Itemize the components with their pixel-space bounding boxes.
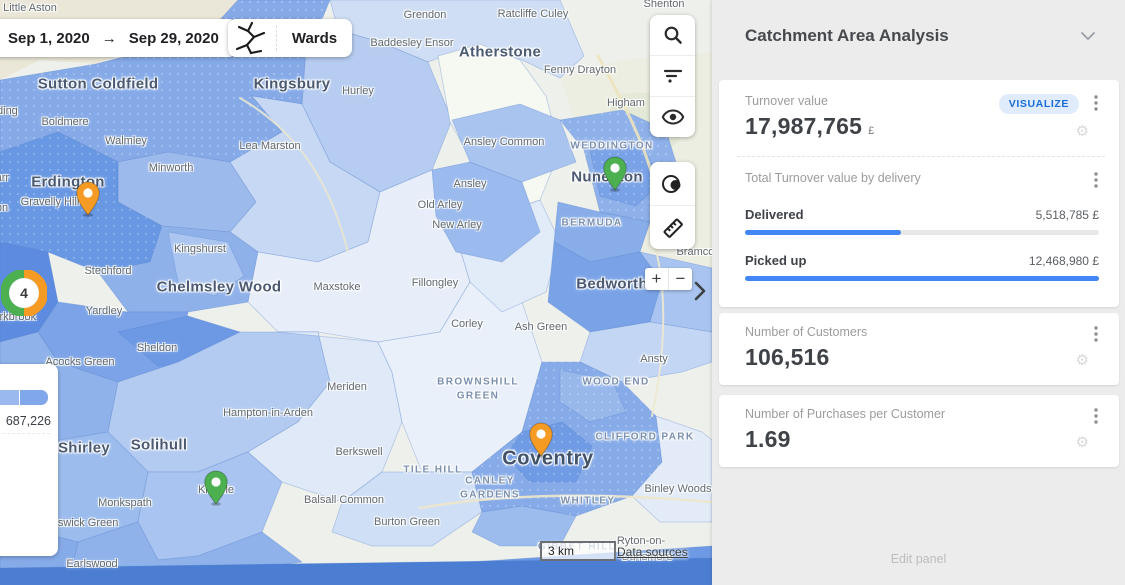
zoom-in-button[interactable]: + bbox=[645, 268, 668, 290]
turnover-card: Turnover value 17,987,765£ VISUALIZE ⚙ T… bbox=[719, 80, 1119, 307]
contrast-icon bbox=[661, 172, 685, 196]
map-tiles bbox=[0, 0, 712, 585]
progress-fill bbox=[745, 230, 901, 235]
divider bbox=[0, 433, 50, 434]
filter-button[interactable] bbox=[650, 55, 695, 96]
edit-panel-button[interactable]: Edit panel bbox=[712, 552, 1125, 566]
gear-icon[interactable]: ⚙ bbox=[1076, 433, 1089, 451]
progress-track bbox=[745, 276, 1099, 281]
filter-icon bbox=[661, 64, 685, 88]
delivery-row-delivered: Delivered 5,518,785 £ bbox=[745, 207, 1105, 235]
marker-cluster[interactable]: 4 bbox=[1, 270, 47, 316]
cluster-count: 4 bbox=[1, 270, 47, 316]
scale-label: 3 km bbox=[548, 544, 574, 558]
panel-header: Catchment Area Analysis bbox=[712, 0, 1125, 72]
kebab-icon bbox=[1094, 95, 1098, 111]
row-label: Picked up bbox=[745, 253, 1029, 268]
purchases-card: Number of Purchases per Customer 1.69 ⚙ bbox=[719, 395, 1119, 467]
more-options-button[interactable] bbox=[1087, 325, 1105, 343]
visualize-button[interactable]: VISUALIZE bbox=[999, 94, 1079, 114]
ward-boundaries-icon bbox=[228, 20, 276, 56]
chevron-down-icon bbox=[1081, 32, 1095, 41]
chevron-right-icon bbox=[693, 280, 707, 302]
legend-segment bbox=[0, 390, 20, 405]
map-scale-bar: 3 km bbox=[540, 541, 616, 561]
legend-max-value: 687,226 bbox=[6, 414, 51, 428]
currency-symbol: £ bbox=[868, 125, 874, 137]
kebab-icon bbox=[1094, 326, 1098, 342]
date-start: Sep 1, 2020 bbox=[8, 30, 90, 47]
gear-icon[interactable]: ⚙ bbox=[1076, 351, 1089, 369]
green-map-pin[interactable] bbox=[203, 470, 229, 506]
delivery-label: Total Turnover value by delivery bbox=[745, 171, 1079, 185]
catchment-dashboard: Little AstonShentonGrendonRatcliffe Cule… bbox=[0, 0, 1125, 585]
gear-icon[interactable]: ⚙ bbox=[1076, 122, 1089, 140]
row-value: 5,518,785 £ bbox=[1036, 208, 1099, 222]
more-options-button[interactable] bbox=[1087, 94, 1105, 112]
green-map-pin[interactable] bbox=[602, 156, 628, 192]
row-label: Delivered bbox=[745, 207, 1036, 222]
progress-fill bbox=[745, 276, 1099, 281]
analysis-panel: Catchment Area Analysis Turnover value 1… bbox=[712, 0, 1125, 585]
layer-label: Wards bbox=[277, 30, 352, 47]
collapse-panel-button[interactable] bbox=[688, 277, 712, 305]
measure-button[interactable] bbox=[650, 205, 695, 249]
choropleth-legend: 687,226 bbox=[0, 364, 58, 556]
turnover-value: 17,987,765£ bbox=[745, 113, 999, 140]
legend-segment bbox=[20, 390, 48, 405]
ruler-icon bbox=[660, 215, 686, 241]
progress-track bbox=[745, 230, 1099, 235]
map-tools bbox=[650, 15, 695, 137]
layer-selector[interactable]: Wards bbox=[228, 19, 352, 57]
turnover-label: Turnover value bbox=[745, 94, 999, 108]
panel-title: Catchment Area Analysis bbox=[745, 26, 1081, 46]
purchases-label: Number of Purchases per Customer bbox=[745, 407, 1079, 421]
date-range-picker[interactable]: Sep 1, 2020 → Sep 29, 2020 bbox=[0, 19, 237, 57]
orange-map-pin[interactable] bbox=[528, 422, 554, 458]
orange-map-pin[interactable] bbox=[75, 181, 101, 217]
search-icon bbox=[661, 23, 685, 47]
purchases-value: 1.69 bbox=[745, 426, 1079, 453]
delivery-row-pickedup: Picked up 12,468,980 £ bbox=[745, 253, 1105, 281]
zoom-controls: + − bbox=[645, 268, 692, 290]
arrow-right-icon: → bbox=[102, 30, 117, 47]
visibility-button[interactable] bbox=[650, 96, 695, 137]
divider bbox=[737, 156, 1105, 157]
date-end: Sep 29, 2020 bbox=[129, 30, 219, 47]
kebab-icon bbox=[1094, 408, 1098, 424]
collapse-section-button[interactable] bbox=[1081, 32, 1095, 41]
map-tools-2 bbox=[650, 162, 695, 249]
customers-label: Number of Customers bbox=[745, 325, 1079, 339]
more-options-button[interactable] bbox=[1087, 171, 1105, 189]
customers-card: Number of Customers 106,516 ⚙ bbox=[719, 313, 1119, 385]
row-value: 12,468,980 £ bbox=[1029, 254, 1099, 268]
choropleth-map[interactable]: Little AstonShentonGrendonRatcliffe Cule… bbox=[0, 0, 712, 585]
search-button[interactable] bbox=[650, 15, 695, 55]
customers-value: 106,516 bbox=[745, 344, 1079, 371]
contrast-button[interactable] bbox=[650, 162, 695, 205]
eye-icon bbox=[661, 105, 685, 129]
kebab-icon bbox=[1094, 172, 1098, 188]
more-options-button[interactable] bbox=[1087, 407, 1105, 425]
data-sources-link[interactable]: Data sources bbox=[617, 545, 688, 559]
legend-range-slider[interactable] bbox=[0, 390, 48, 405]
